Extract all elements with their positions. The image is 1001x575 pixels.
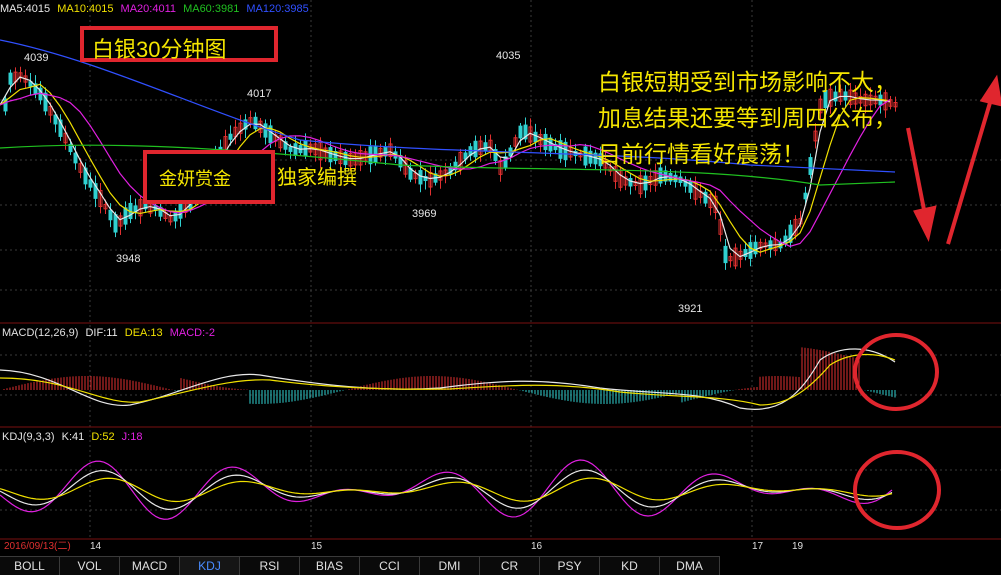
kdj-label: KDJ(9,3,3): [2, 431, 55, 443]
annotation-line-1: 白银短期受到市场影响不大，: [598, 69, 897, 95]
date-19: 19: [792, 541, 804, 552]
tab-dmi[interactable]: DMI: [420, 556, 480, 575]
ma120-value: MA120:3985: [246, 3, 309, 15]
tab-rsi[interactable]: RSI: [240, 556, 300, 575]
kdj-j: J:18: [121, 431, 143, 443]
annotation-text: 白银短期受到市场影响不大， 加息结果还要等到周四公布， 目前行情看好震荡！: [598, 64, 897, 172]
macd-indicator-row: MACD(12,26,9) DIF:11 DEA:13 MACD:-2: [2, 327, 219, 339]
ma5-value: MA5:4015: [0, 3, 51, 15]
tab-cr[interactable]: CR: [480, 556, 540, 575]
annotation-line-2: 加息结果还要等到周四公布，: [598, 105, 897, 131]
tab-psy[interactable]: PSY: [540, 556, 600, 575]
tab-vol[interactable]: VOL: [60, 556, 120, 575]
chart-title: 白银30分钟图: [92, 37, 227, 62]
ma-indicator-row: MA5:4015 MA10:4015 MA20:4011 MA60:3981 M…: [0, 0, 313, 18]
tab-boll[interactable]: BOLL: [0, 556, 60, 575]
tab-kd[interactable]: KD: [600, 556, 660, 575]
ma60-value: MA60:3981: [183, 3, 240, 15]
macd-dif: DIF:11: [85, 327, 118, 339]
price-label-4017: 4017: [247, 88, 272, 100]
macd-label: MACD(12,26,9): [2, 327, 79, 339]
date-14: 14: [90, 541, 102, 552]
price-label-3969: 3969: [412, 208, 437, 220]
tab-dma[interactable]: DMA: [660, 556, 720, 575]
date-start: 2016/09/13(二): [4, 541, 71, 552]
macd-highlight-circle: [853, 333, 939, 411]
annotation-line-3: 目前行情看好震荡！: [598, 141, 805, 167]
ma20-value: MA20:4011: [120, 3, 176, 15]
date-17: 17: [752, 541, 764, 552]
date-15: 15: [311, 541, 323, 552]
kdj-indicator-row: KDJ(9,3,3) K:41 D:52 J:18: [2, 431, 146, 443]
chart-title-box: 白银30分钟图: [80, 26, 278, 62]
price-label-3948: 3948: [116, 253, 141, 265]
price-label-high-4039: 4039: [24, 52, 49, 64]
tab-bias[interactable]: BIAS: [300, 556, 360, 575]
brand-name: 金妍赏金: [159, 169, 231, 189]
macd-value: MACD:-2: [169, 327, 215, 339]
up-arrow-icon: [946, 74, 1001, 245]
date-16: 16: [531, 541, 543, 552]
ma10-value: MA10:4015: [57, 3, 114, 15]
kdj-k: K:41: [61, 431, 85, 443]
brand-box: 金妍赏金: [143, 150, 275, 204]
kdj-highlight-circle: [853, 450, 941, 530]
price-label-4035: 4035: [496, 50, 521, 62]
macd-dea: DEA:13: [124, 327, 163, 339]
tab-macd[interactable]: MACD: [120, 556, 180, 575]
down-arrow-icon: [906, 127, 937, 242]
price-label-low-3921: 3921: [678, 303, 703, 315]
indicator-tab-bar: BOLL VOL MACD KDJ RSI BIAS CCI DMI CR PS…: [0, 556, 1001, 575]
tab-cci[interactable]: CCI: [360, 556, 420, 575]
kdj-d: D:52: [91, 431, 115, 443]
tab-kdj[interactable]: KDJ: [180, 556, 240, 575]
brand-subtitle: 独家编撰: [277, 167, 357, 189]
